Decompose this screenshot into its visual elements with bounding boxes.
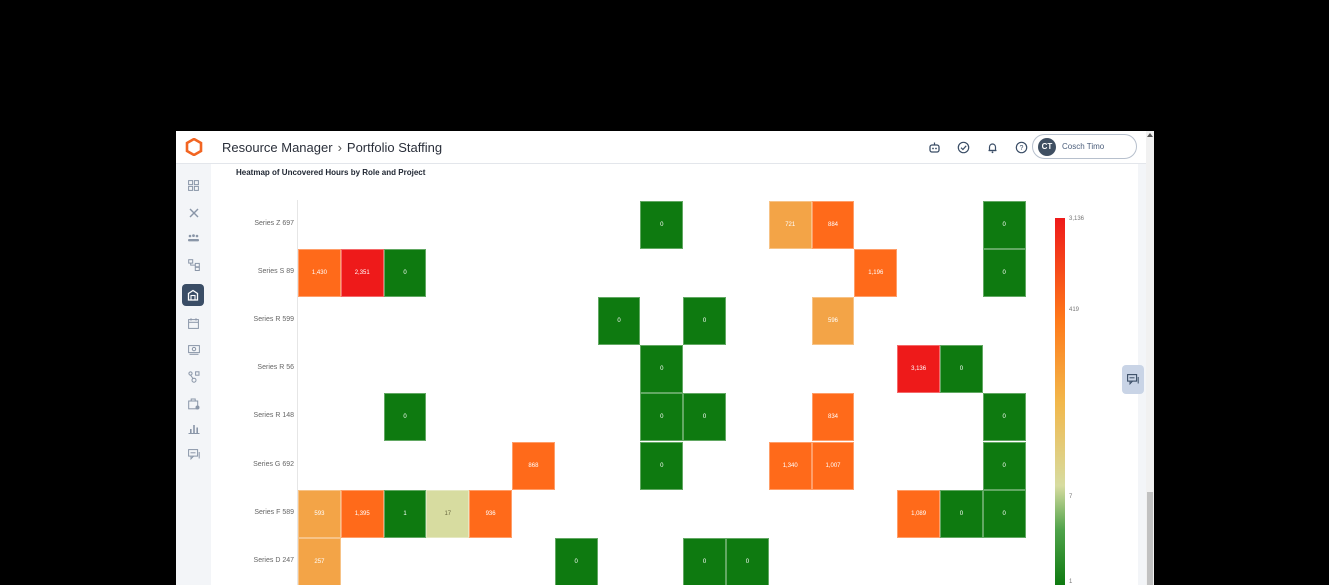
header-actions: ? — [926, 139, 1029, 155]
legend-tick-label: 3,136 — [1069, 216, 1085, 222]
hierarchy-icon[interactable] — [187, 258, 200, 271]
portfolio-icon[interactable] — [182, 284, 204, 306]
workflow-icon[interactable] — [187, 370, 200, 383]
row-label: Series F 589 — [254, 508, 294, 516]
check-circle-icon[interactable] — [955, 139, 971, 155]
scroll-up-arrow-icon[interactable] — [1147, 133, 1153, 137]
heatmap-cell[interactable]: 1,089 — [897, 489, 940, 538]
heatmap-cell[interactable]: 721 — [768, 201, 812, 250]
legend-tick-label: 419 — [1069, 307, 1080, 313]
heatmap-cell[interactable]: 834 — [811, 393, 855, 442]
chart-title: Heatmap of Uncovered Hours by Role and P… — [236, 168, 426, 177]
heatmap-cell[interactable]: 1,430 — [298, 249, 341, 298]
heatmap-cell[interactable]: 3,136 — [897, 345, 940, 394]
heatmap-cell[interactable]: 0 — [683, 297, 726, 346]
heatmap-cell[interactable]: 0 — [683, 537, 726, 585]
heatmap-cell[interactable]: 2,351 — [340, 249, 384, 298]
row-label: Series Z 697 — [254, 220, 294, 228]
page-scrollbar[interactable] — [1146, 131, 1154, 585]
row-label: Series D 247 — [253, 556, 294, 564]
sidebar — [176, 164, 210, 585]
scroll-thumb[interactable] — [1147, 492, 1153, 585]
chat-toggle-button[interactable] — [1122, 365, 1144, 394]
heatmap-cell[interactable]: 0 — [640, 345, 684, 394]
team-icon[interactable] — [187, 231, 200, 244]
heatmap-cell[interactable]: 0 — [726, 537, 769, 585]
top-bar: Resource Manager › Portfolio Staffing ? CT… — [176, 131, 1146, 164]
heatmap-cell[interactable]: 1,340 — [768, 441, 812, 490]
chat-icon[interactable] — [187, 448, 200, 461]
heatmap-cell[interactable]: 0 — [940, 345, 983, 394]
calendar-icon[interactable] — [187, 317, 200, 330]
help-icon[interactable]: ? — [1013, 139, 1029, 155]
heatmap-cell[interactable]: 0 — [640, 441, 684, 490]
heatmap-cell[interactable]: 0 — [982, 249, 1026, 298]
bar-chart-icon[interactable] — [187, 422, 200, 435]
breadcrumb-current: Portfolio Staffing — [346, 140, 443, 155]
heatmap-cell[interactable]: 17 — [426, 489, 470, 538]
row-label: Series R 56 — [257, 364, 294, 372]
heatmap-cell[interactable]: 1 — [383, 489, 427, 538]
briefcase-icon[interactable] — [187, 397, 200, 410]
row-label: Series R 599 — [253, 316, 294, 324]
money-icon[interactable] — [187, 343, 200, 356]
breadcrumb: Resource Manager › Portfolio Staffing — [222, 140, 442, 155]
heatmap-cell[interactable]: 596 — [811, 297, 855, 346]
legend-tick-label: 7 — [1069, 494, 1073, 500]
heatmap-cell[interactable]: 0 — [383, 249, 427, 298]
dashboard-icon[interactable] — [187, 179, 200, 192]
heatmap-cell[interactable]: 0 — [683, 393, 726, 442]
heatmap-cell[interactable]: 0 — [982, 201, 1026, 250]
heatmap-cell[interactable]: 868 — [512, 441, 555, 490]
heatmap-panel: Heatmap of Uncovered Hours by Role and P… — [211, 164, 1138, 585]
row-label: Series R 148 — [253, 412, 294, 420]
heatmap-cell[interactable]: 0 — [982, 441, 1026, 490]
heatmap-cell[interactable]: 593 — [298, 489, 341, 538]
user-menu[interactable]: CT Cosch Timo — [1032, 134, 1137, 159]
heatmap-cell[interactable]: 0 — [383, 393, 427, 442]
heatmap-cell[interactable]: 257 — [298, 537, 341, 585]
svg-text:?: ? — [1019, 145, 1023, 152]
row-label: Series S 89 — [257, 268, 294, 276]
tools-icon[interactable] — [187, 206, 200, 219]
heatmap-cell[interactable]: 0 — [640, 393, 684, 442]
avatar: CT — [1038, 137, 1056, 156]
app-logo-icon[interactable] — [185, 138, 203, 156]
user-name: Cosch Timo — [1062, 142, 1105, 151]
heatmap-cell[interactable]: 0 — [940, 489, 983, 538]
notification-bell-icon[interactable] — [984, 139, 1000, 155]
app-window: Resource Manager › Portfolio Staffing ? CT… — [176, 131, 1154, 585]
heatmap-cell[interactable]: 0 — [982, 489, 1026, 538]
breadcrumb-root[interactable]: Resource Manager — [222, 140, 333, 155]
heatmap-cell[interactable]: 0 — [982, 393, 1026, 442]
heatmap-cell[interactable]: 0 — [554, 537, 598, 585]
heatmap-cell[interactable]: 1,395 — [340, 489, 384, 538]
heatmap-cell[interactable]: 0 — [597, 297, 641, 346]
heatmap-cell[interactable]: 936 — [469, 489, 512, 538]
legend-tick-label: 1 — [1069, 579, 1073, 585]
heatmap-cell[interactable]: 1,196 — [854, 249, 898, 298]
heatmap-cell[interactable]: 1,007 — [811, 441, 855, 490]
chat-bubble-icon — [1127, 374, 1139, 385]
color-scale-legend — [1055, 218, 1065, 585]
heatmap-cell[interactable]: 884 — [811, 201, 855, 250]
breadcrumb-separator: › — [337, 140, 342, 155]
row-label: Series G 692 — [253, 460, 294, 468]
heatmap-cell[interactable]: 0 — [640, 201, 684, 250]
bot-icon[interactable] — [926, 139, 942, 155]
